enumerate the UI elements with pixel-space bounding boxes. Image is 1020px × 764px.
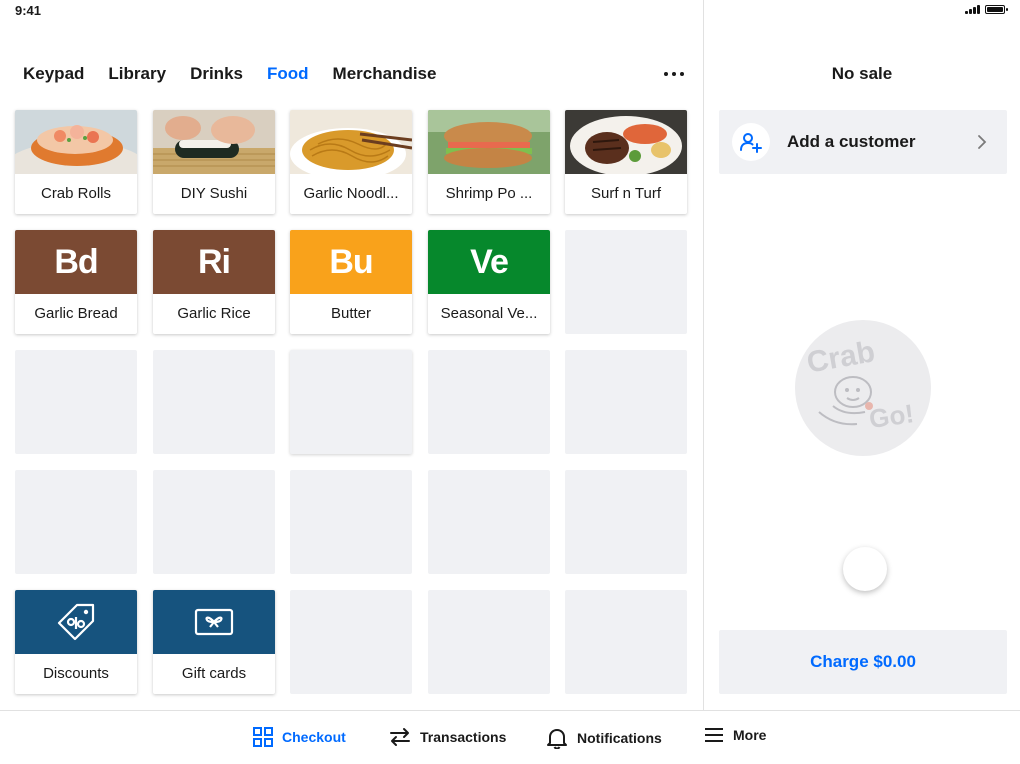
item-tile-seasonal-veggies[interactable]: Ve Seasonal Ve... [428,230,550,334]
sale-panel: No sale Add a customer Crab Go! Charge $… [704,0,1020,710]
item-abbreviation: Bd [54,242,98,281]
add-customer-label: Add a customer [787,132,916,151]
item-label: DIY Sushi [180,185,248,202]
item-tile-garlic-bread[interactable]: Bd Garlic Bread [15,230,137,334]
item-label: Butter [330,305,372,322]
add-customer-button[interactable]: Add a customer [719,110,1007,174]
logo-text-crab: Crab [804,335,877,379]
empty-tile[interactable] [565,590,687,694]
empty-tile[interactable] [428,350,550,454]
empty-tile[interactable] [428,590,550,694]
nav-label: Checkout [282,729,346,745]
empty-tile[interactable] [15,350,137,454]
item-abbreviation: Ve [470,242,509,281]
bottom-navigation: Checkout Transactions Notifications More [0,710,1020,764]
empty-tile[interactable] [290,350,412,454]
item-tile-crab-rolls[interactable]: Crab Rolls [15,110,137,214]
charge-label: Charge $0.00 [810,652,916,671]
gift-cards-tile[interactable]: Gift cards [153,590,275,694]
item-color-block: Bd [15,230,137,294]
item-color-block: Bu [290,230,412,294]
add-person-icon [732,123,770,161]
item-tile-shrimp-po[interactable]: Shrimp Po ... [428,110,550,214]
item-label: Surf n Turf [590,185,662,202]
item-tile-butter[interactable]: Bu Butter [290,230,412,334]
empty-tile[interactable] [290,590,412,694]
nav-notifications[interactable]: Notifications [546,727,662,749]
item-label: Garlic Noodl... [303,185,399,202]
nav-transactions[interactable]: Transactions [389,727,506,747]
grid-icon [253,727,273,747]
nav-label: Notifications [577,730,662,746]
item-abbreviation: Bu [329,242,373,281]
gift-card-icon [153,590,275,654]
item-label: Garlic Rice [177,305,251,322]
bell-icon [547,729,567,749]
item-color-block: Ri [153,230,275,294]
crab-rolls-photo [15,110,137,174]
empty-tile[interactable] [153,350,275,454]
more-options-icon[interactable] [664,72,684,76]
item-label: Shrimp Po ... [445,185,533,202]
hamburger-menu-icon [705,728,723,742]
tab-drinks[interactable]: Drinks [190,64,243,84]
item-tile-diy-sushi[interactable]: DIY Sushi [153,110,275,214]
nav-label: Transactions [420,729,507,745]
garlic-noodles-photo [290,110,412,174]
crab-go-logo: Crab Go! [795,320,931,456]
discount-tag-icon [15,590,137,654]
category-tabs: Keypad Library Drinks Food Merchandise [23,64,436,84]
item-color-block: Ve [428,230,550,294]
chevron-right-icon [978,135,987,149]
discounts-tile[interactable]: Discounts [15,590,137,694]
item-label: Discounts [43,665,109,682]
charge-button[interactable]: Charge $0.00 [719,630,1007,694]
empty-tile[interactable] [565,230,687,334]
nav-more[interactable]: More [704,727,766,743]
item-label: Gift cards [181,665,247,682]
empty-tile[interactable] [153,470,275,574]
diy-sushi-photo [153,110,275,174]
assistive-touch-button[interactable] [843,547,887,591]
empty-tile[interactable] [565,470,687,574]
nav-checkout[interactable]: Checkout [253,727,346,747]
item-label: Garlic Bread [34,305,118,322]
tab-merchandise[interactable]: Merchandise [333,64,437,84]
tab-library[interactable]: Library [108,64,166,84]
item-tile-surf-n-turf[interactable]: Surf n Turf [565,110,687,214]
empty-tile[interactable] [290,470,412,574]
item-library-panel: Keypad Library Drinks Food Merchandise C… [0,0,703,710]
logo-text-go: Go! [867,398,916,434]
tab-food[interactable]: Food [267,64,309,84]
empty-tile[interactable] [565,350,687,454]
sale-title: No sale [831,64,893,83]
item-tile-garlic-rice[interactable]: Ri Garlic Rice [153,230,275,334]
surf-n-turf-photo [565,110,687,174]
empty-tile[interactable] [428,470,550,574]
item-label: Crab Rolls [40,185,112,202]
arrows-swap-icon [390,728,410,746]
item-label: Seasonal Ve... [440,305,538,322]
empty-tile[interactable] [15,470,137,574]
shrimp-po-photo [428,110,550,174]
item-tile-garlic-noodles[interactable]: Garlic Noodl... [290,110,412,214]
tab-keypad[interactable]: Keypad [23,64,84,84]
nav-label: More [733,727,767,743]
item-abbreviation: Ri [198,242,231,281]
